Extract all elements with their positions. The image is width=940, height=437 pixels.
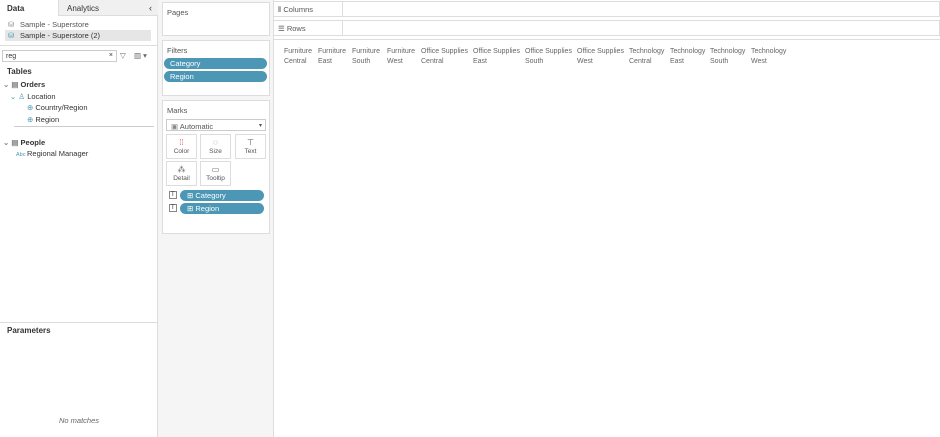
tab-data[interactable]: Data	[0, 0, 58, 16]
field-country-region[interactable]: ⊕ Country/Region	[27, 103, 88, 112]
filters-label: Filters	[167, 46, 188, 55]
database-icon: ⛁	[8, 31, 15, 40]
table-label: People	[20, 138, 46, 147]
column-header[interactable]: Technology Central	[629, 47, 664, 66]
column-header[interactable]: Office Supplies West	[577, 47, 624, 66]
card-label: Size	[209, 148, 222, 155]
string-type-icon: Abc	[16, 152, 28, 158]
columns-shelf[interactable]: ⦀ Columns	[274, 1, 940, 17]
detail-icon: ⁂	[177, 165, 186, 174]
detail-button[interactable]: ⁂ Detail	[166, 161, 197, 186]
rows-icon: ☰	[278, 24, 287, 33]
filter-icon[interactable]: ▽	[120, 51, 126, 60]
parameters-heading: Parameters	[7, 326, 51, 335]
column-header[interactable]: Technology South	[710, 47, 745, 66]
field-regional-manager[interactable]: Abc Regional Manager	[16, 149, 88, 158]
text-mark-icon: T	[169, 204, 177, 212]
mark-type-value: Automatic	[179, 122, 214, 131]
column-header[interactable]: Furniture Central	[284, 47, 312, 66]
collapse-icon[interactable]: ‹	[149, 3, 152, 13]
datasource-item-selected[interactable]: ⛁ Sample - Superstore (2)	[5, 30, 151, 41]
column-header[interactable]: Office Supplies Central	[421, 47, 468, 66]
column-header[interactable]: Technology West	[751, 47, 786, 66]
datasource-item[interactable]: ⛁ Sample - Superstore	[5, 19, 151, 30]
column-header[interactable]: Furniture South	[352, 47, 380, 66]
pill-label: Region	[195, 204, 220, 213]
search-input[interactable]: reg ×	[2, 50, 117, 62]
datasource-label: Sample - Superstore	[20, 20, 89, 29]
view-options-icon[interactable]: ▥ ▾	[134, 51, 147, 60]
text-mark-icon: T	[169, 191, 177, 199]
table-people[interactable]: ⌄ ▤ People	[3, 138, 45, 147]
column-header[interactable]: Office Supplies South	[525, 47, 572, 66]
data-pane: Data Analytics ‹ ⛁ Sample - Superstore ⛁ S…	[0, 0, 158, 437]
column-header[interactable]: Furniture West	[387, 47, 415, 66]
field-label: Location	[27, 92, 56, 101]
filter-pill-category[interactable]: Category	[164, 58, 267, 69]
database-icon: ⛁	[8, 20, 15, 29]
column-header[interactable]: Technology East	[670, 47, 705, 66]
card-label: Text	[244, 148, 257, 155]
divider	[14, 126, 154, 127]
tab-analytics[interactable]: Analytics	[58, 0, 158, 16]
clear-icon[interactable]: ×	[109, 52, 113, 59]
marks-pill-category[interactable]: ⊞ Category	[180, 190, 264, 201]
size-button[interactable]: ◌ Size	[200, 134, 231, 159]
card-label: Color	[173, 148, 190, 155]
divider	[0, 45, 158, 46]
text-button[interactable]: ⊤ Text	[235, 134, 266, 159]
chevron-down-icon: ▾	[258, 123, 262, 129]
size-icon: ◌	[213, 138, 218, 147]
marks-label: Marks	[167, 106, 188, 115]
mark-type-dropdown[interactable]: ▣ Automatic ▾	[166, 119, 266, 131]
table-label: Orders	[20, 80, 46, 89]
pages-label: Pages	[167, 8, 189, 17]
tooltip-button[interactable]: ▭ Tooltip	[200, 161, 231, 186]
columns-label: Columns	[283, 5, 313, 14]
column-header[interactable]: Office Supplies East	[473, 47, 520, 66]
text-icon: ⊤	[247, 138, 254, 147]
search-value: reg	[6, 53, 17, 60]
card-label: Tooltip	[206, 175, 225, 182]
card-label: Detail	[173, 175, 190, 182]
rows-label: Rows	[286, 24, 306, 33]
tooltip-icon: ▭	[211, 165, 220, 174]
hierarchy-location[interactable]: ⌄ ♙ Location	[10, 92, 56, 101]
column-header[interactable]: Furniture East	[318, 47, 346, 66]
field-region[interactable]: ⊕ Region	[27, 115, 59, 124]
marks-pill-region[interactable]: ⊞ Region	[180, 203, 264, 214]
field-label: Regional Manager	[27, 149, 89, 158]
color-icon: ⁞⁞	[179, 138, 184, 147]
tables-heading: Tables	[7, 67, 32, 76]
pages-shelf[interactable]: Pages	[162, 2, 270, 36]
pill-label: Category	[195, 191, 226, 200]
field-label: Country/Region	[35, 103, 88, 112]
filter-pill-region[interactable]: Region	[164, 71, 267, 82]
no-matches-text: No matches	[58, 416, 100, 425]
rows-shelf[interactable]: ☰ Rows	[274, 20, 940, 36]
divider	[0, 322, 158, 323]
datasource-label: Sample - Superstore (2)	[20, 31, 101, 40]
table-orders[interactable]: ⌄ ▤ Orders	[3, 80, 45, 89]
divider	[274, 39, 940, 40]
field-label: Region	[35, 115, 60, 124]
color-button[interactable]: ⁞⁞ Color	[166, 134, 197, 159]
